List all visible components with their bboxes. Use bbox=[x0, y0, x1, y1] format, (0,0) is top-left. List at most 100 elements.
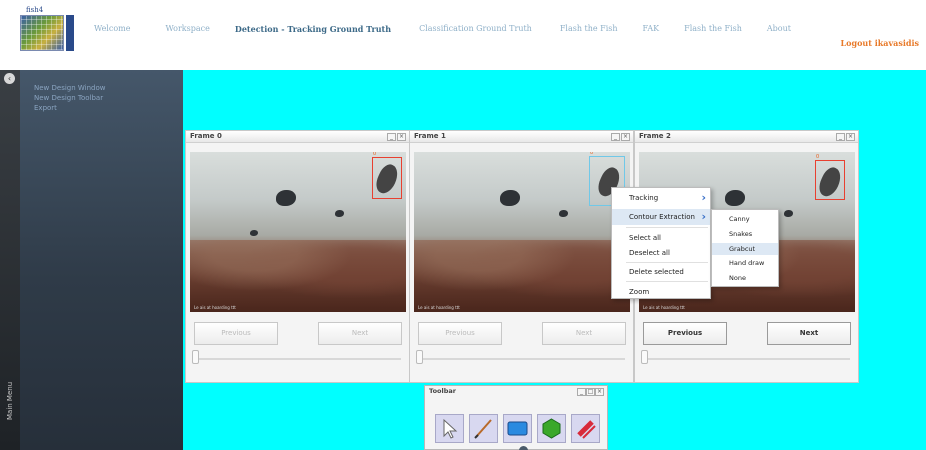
submenu-item-snakes[interactable]: Snakes bbox=[712, 228, 778, 240]
nav-workspace[interactable]: Workspace bbox=[165, 24, 209, 34]
submenu-item-canny[interactable]: Canny bbox=[712, 213, 778, 225]
previous-button[interactable]: Previous bbox=[194, 322, 278, 345]
fish-shape bbox=[276, 190, 296, 206]
frame-slider-track[interactable] bbox=[643, 358, 850, 360]
chevron-right-icon: › bbox=[701, 191, 706, 204]
box-label: 0 bbox=[590, 152, 594, 156]
minimize-icon[interactable]: _ bbox=[577, 388, 586, 396]
frame-slider-track[interactable] bbox=[418, 358, 625, 360]
fish-shape bbox=[500, 190, 520, 206]
sidebar-panel bbox=[20, 70, 183, 450]
menu-separator bbox=[626, 227, 708, 228]
toolbar-window: Toolbar _ □ × bbox=[424, 385, 608, 450]
nav-detection-tracking[interactable]: Detection - Tracking Ground Truth bbox=[235, 24, 391, 34]
frame-panel-1: Frame 1 _ × 0 Le ais at hoarding ttt Pre… bbox=[409, 130, 634, 383]
chevron-right-icon: › bbox=[701, 210, 706, 223]
frame-slider-thumb[interactable] bbox=[192, 350, 199, 364]
menu-item-label: Contour Extraction bbox=[629, 213, 695, 221]
logo-text: fish4 bbox=[26, 6, 44, 14]
fish-shape bbox=[372, 161, 402, 197]
rectangle-icon[interactable] bbox=[503, 414, 532, 443]
fish4knowledge-logo[interactable]: fish4 bbox=[20, 6, 78, 54]
contour-submenu: Canny Snakes Grabcut Hand draw None bbox=[711, 209, 779, 287]
close-icon[interactable]: × bbox=[621, 133, 630, 141]
submenu-item-none[interactable]: None bbox=[712, 272, 778, 284]
pencil-icon[interactable] bbox=[469, 414, 498, 443]
submenu-item-grabcut[interactable]: Grabcut bbox=[712, 243, 778, 255]
menu-item-select-all[interactable]: Select all bbox=[612, 230, 710, 246]
menu-item-label: Tracking bbox=[629, 194, 659, 202]
menu-item-contour-extraction[interactable]: Contour Extraction › bbox=[612, 209, 710, 225]
context-menu: Tracking › Contour Extraction › Select a… bbox=[611, 187, 711, 299]
main-menu-label[interactable]: Main Menu bbox=[6, 382, 14, 420]
frame-slider-thumb[interactable] bbox=[416, 350, 423, 364]
pointer-icon[interactable] bbox=[435, 414, 464, 443]
nav-welcome[interactable]: Welcome bbox=[94, 24, 130, 34]
logout-link[interactable]: Logout ikavasidis bbox=[841, 38, 919, 48]
frame-caption: Le ais at hoarding ttt bbox=[194, 305, 236, 310]
panel-title: Frame 1 bbox=[414, 132, 446, 140]
maximize-icon[interactable]: □ bbox=[586, 388, 595, 396]
bounding-box[interactable]: 0 bbox=[815, 154, 845, 200]
box-label: 0 bbox=[816, 154, 820, 160]
minimize-icon[interactable]: _ bbox=[836, 133, 845, 141]
export-link[interactable]: Export bbox=[34, 103, 106, 113]
fish-shape bbox=[815, 164, 845, 200]
frame-caption: Le ais at hoarding ttt bbox=[418, 305, 460, 310]
fish-shape bbox=[250, 230, 258, 236]
sidebar-menu: New Design Window New Design Toolbar Exp… bbox=[34, 83, 106, 113]
new-design-toolbar-link[interactable]: New Design Toolbar bbox=[34, 93, 106, 103]
panel-title: Frame 2 bbox=[639, 132, 671, 140]
toolbar-resize-knob[interactable] bbox=[519, 446, 528, 450]
top-header: fish4 Welcome Workspace Detection - Trac… bbox=[0, 0, 926, 70]
fish-shape bbox=[784, 210, 793, 217]
reef-background bbox=[190, 240, 406, 312]
main-nav: Welcome Workspace Detection - Tracking G… bbox=[94, 24, 791, 34]
menu-item-tracking[interactable]: Tracking › bbox=[612, 190, 710, 206]
next-button[interactable]: Next bbox=[767, 322, 851, 345]
fish-shape bbox=[335, 210, 344, 217]
panel-titlebar[interactable]: Frame 1 _ × bbox=[410, 131, 633, 143]
next-button[interactable]: Next bbox=[318, 322, 402, 345]
bounding-box[interactable]: 0 bbox=[372, 152, 402, 199]
panel-titlebar[interactable]: Frame 2 _ × bbox=[635, 131, 858, 143]
new-design-window-link[interactable]: New Design Window bbox=[34, 83, 106, 93]
close-icon[interactable]: × bbox=[397, 133, 406, 141]
box-label: 0 bbox=[373, 152, 377, 157]
nav-flash-the-fish-2[interactable]: Flash the Fish bbox=[684, 24, 742, 34]
video-frame[interactable]: 0 Le ais at hoarding ttt bbox=[414, 152, 630, 312]
eraser-icon[interactable] bbox=[571, 414, 600, 443]
submenu-item-hand-draw[interactable]: Hand draw bbox=[712, 257, 778, 269]
panel-titlebar[interactable]: Frame 0 _ × bbox=[186, 131, 409, 143]
video-frame[interactable]: 0 Le ais at hoarding ttt bbox=[190, 152, 406, 312]
next-button[interactable]: Next bbox=[542, 322, 626, 345]
collapse-icon[interactable]: ‹ bbox=[4, 73, 15, 84]
logo-mosaic bbox=[20, 15, 64, 51]
menu-item-deselect-all[interactable]: Deselect all bbox=[612, 245, 710, 261]
panel-title: Frame 0 bbox=[190, 132, 222, 140]
previous-button[interactable]: Previous bbox=[643, 322, 727, 345]
minimize-icon[interactable]: _ bbox=[611, 133, 620, 141]
polygon-icon[interactable] bbox=[537, 414, 566, 443]
frame-slider-thumb[interactable] bbox=[641, 350, 648, 364]
nav-flash-the-fish[interactable]: Flash the Fish bbox=[560, 24, 618, 34]
menu-separator bbox=[626, 262, 708, 263]
frame-panel-0: Frame 0 _ × 0 Le ais at hoarding ttt Pre… bbox=[185, 130, 410, 383]
reef-background bbox=[414, 240, 630, 312]
nav-fak[interactable]: FAK bbox=[643, 24, 660, 34]
menu-separator bbox=[626, 281, 708, 282]
close-icon[interactable]: × bbox=[595, 388, 604, 396]
logo-side-band bbox=[66, 15, 74, 51]
frame-caption: Le ais at hoarding ttt bbox=[643, 305, 685, 310]
fish-shape bbox=[559, 210, 568, 217]
toolbar-title: Toolbar bbox=[429, 387, 456, 395]
frame-slider-track[interactable] bbox=[194, 358, 401, 360]
menu-item-zoom[interactable]: Zoom bbox=[612, 284, 710, 300]
nav-classification[interactable]: Classification Ground Truth bbox=[419, 24, 532, 34]
previous-button[interactable]: Previous bbox=[418, 322, 502, 345]
minimize-icon[interactable]: _ bbox=[387, 133, 396, 141]
nav-about[interactable]: About bbox=[767, 24, 791, 34]
fish-shape bbox=[725, 190, 745, 206]
close-icon[interactable]: × bbox=[846, 133, 855, 141]
menu-item-delete-selected[interactable]: Delete selected bbox=[612, 264, 710, 280]
